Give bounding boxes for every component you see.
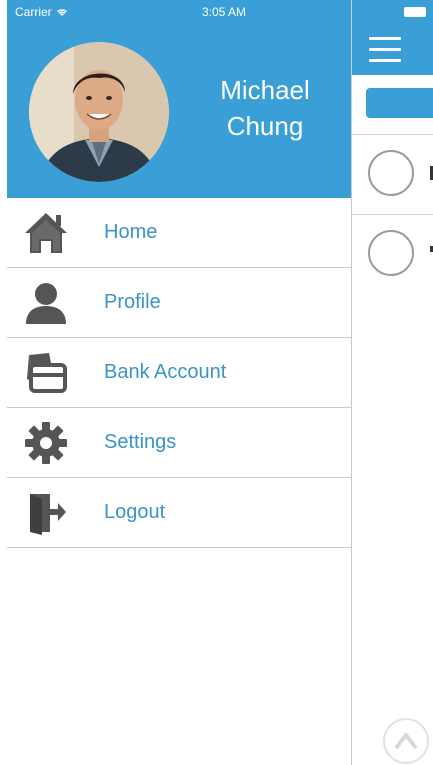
menu-item-profile-label: Profile [104,291,161,313]
main-content-panel [351,0,433,765]
chevron-up-icon [394,733,418,750]
menu-item-settings[interactable]: Settings [7,408,351,478]
battery-icon [404,7,426,17]
status-time: 3:05 AM [202,5,247,19]
menu-item-bank-account[interactable]: Bank Account [7,338,351,408]
profile-first-name: Michael [220,75,310,105]
content-action-button[interactable] [366,88,433,118]
radio-circle[interactable] [368,150,414,196]
radio-circle[interactable] [368,230,414,276]
logout-icon [21,488,71,538]
menu-item-home-label: Home [104,221,158,243]
scroll-to-top-button[interactable] [383,718,429,764]
menu-item-profile[interactable]: Profile [7,268,351,338]
home-icon [21,208,71,258]
drawer-header: Carrier 3:05 AM Michael Chung [7,0,351,198]
menu-item-logout[interactable]: Logout [7,478,351,548]
hamburger-menu-icon[interactable] [369,37,401,63]
drawer-menu: Home Profile Bank Account Settings Logou… [7,198,351,548]
menu-item-settings-label: Settings [104,431,177,453]
menu-item-home[interactable]: Home [7,198,351,268]
profile-last-name: Chung [226,111,304,141]
menu-item-bank-account-label: Bank Account [104,361,227,383]
wifi-icon [56,8,67,16]
carrier-label: Carrier [15,5,52,19]
gear-icon [21,418,71,468]
divider [352,134,433,135]
user-icon [21,278,71,328]
status-carrier: Carrier [15,5,68,19]
menu-item-logout-label: Logout [104,501,166,523]
divider [352,214,433,215]
profile-photo [29,42,169,182]
profile-name: Michael Chung [190,72,340,144]
content-header [352,0,433,75]
avatar[interactable] [29,42,169,182]
bank-card-icon [21,348,71,398]
